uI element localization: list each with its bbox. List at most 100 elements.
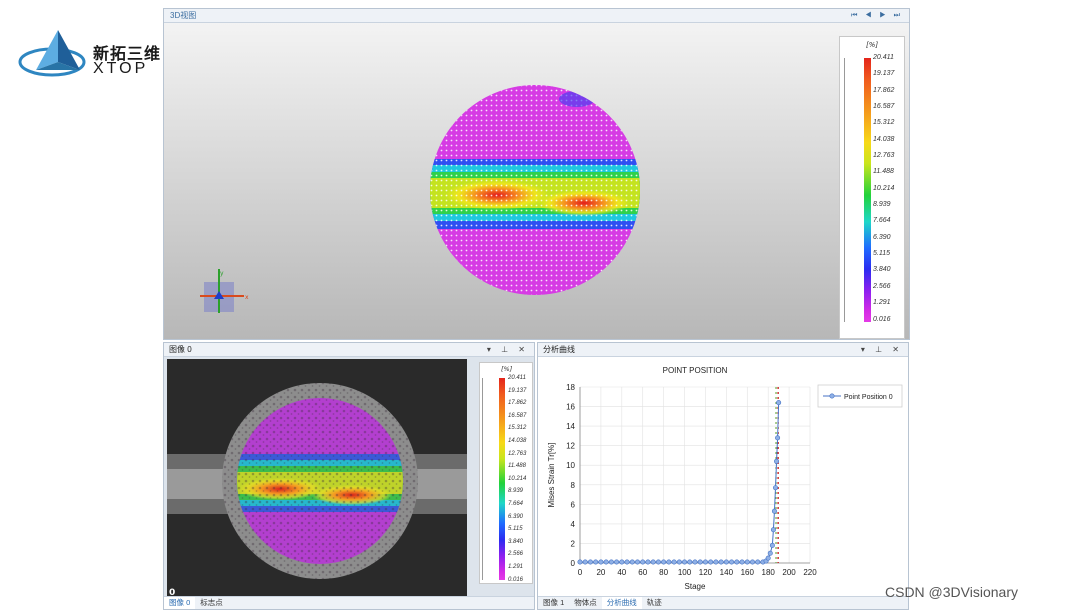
legend-value: 6.390: [873, 233, 891, 241]
y-axis-label: y: [220, 270, 224, 277]
x-tick-label: 20: [596, 568, 605, 577]
legend-value: 14.038: [873, 135, 895, 143]
data-point: [671, 559, 677, 565]
legend-value: 19.137: [873, 70, 895, 78]
legend-value: 0.016: [508, 576, 524, 583]
y-tick-label: 10: [566, 461, 575, 470]
chart-panel-tabs: 图像 1 物体点 分析曲线 轨迹: [538, 596, 908, 609]
data-point: [773, 485, 779, 491]
tab-analysis-curve[interactable]: 分析曲线: [601, 597, 642, 609]
data-point: [708, 559, 714, 565]
legend-labels-image: 20.411 19.137 17.862 16.587 15.312 14.038 12.7…: [508, 374, 526, 588]
3d-strain-map[interactable]: y x: [164, 23, 910, 340]
data-point: [750, 559, 756, 565]
color-legend-3d: [%] 20.411 19.137 17.862 16.587 15.312 14.038…: [839, 36, 905, 339]
data-point: [734, 559, 740, 565]
data-point: [650, 559, 656, 565]
legend-value: 0.016: [873, 315, 891, 323]
legend-value: 12.763: [508, 450, 527, 457]
legend-histogram: [844, 58, 864, 322]
data-point: [676, 559, 682, 565]
data-point: [713, 559, 719, 565]
data-point: [771, 508, 777, 514]
data-point: [655, 559, 661, 565]
chart-title: POINT POSITION: [663, 366, 728, 375]
x-tick-label: 160: [741, 568, 755, 577]
legend-color-bar-image: [499, 378, 505, 580]
x-tick-label: 120: [699, 568, 713, 577]
legend-value: 1.291: [508, 563, 524, 570]
point-position-chart[interactable]: 0246810121416180 20 40 60 80 100 120 140 160 180 2…: [538, 357, 908, 597]
data-point: [697, 559, 703, 565]
tab-markers[interactable]: 标志点: [195, 597, 228, 609]
frame-nav-controls[interactable]: ⏮ ◀ ▶ ⏭: [851, 9, 903, 23]
legend-value: 7.664: [508, 500, 524, 507]
legend-color-bar: [864, 58, 871, 322]
data-point: [767, 550, 773, 556]
data-point: [645, 559, 651, 565]
data-point: [577, 559, 583, 565]
y-tick-label: 14: [566, 422, 575, 431]
legend-value: 5.115: [508, 526, 523, 533]
data-point: [770, 527, 776, 533]
data-point: [666, 559, 672, 565]
data-point: [593, 559, 599, 565]
data-point: [682, 559, 688, 565]
3d-view-panel[interactable]: 3D视图 ⏮ ◀ ▶ ⏭ y x: [163, 8, 910, 340]
y-tick-label: 4: [571, 520, 576, 529]
analysis-curve-panel[interactable]: 分析曲线 ▾ ⊥ ✕ 0 2 4 6 8 10 12 14 16 18 0 20 40 60 80 100 12…: [537, 342, 909, 610]
data-point: [598, 559, 604, 565]
legend-value: 16.587: [873, 103, 895, 111]
x-axis-title: Stage: [685, 582, 706, 591]
image-panel-title: 图像 0 ▾ ⊥ ✕: [164, 343, 534, 357]
chart-legend-label: Point Position 0: [844, 394, 893, 401]
x-axis-label: x: [245, 294, 249, 301]
tab-trajectory[interactable]: 轨迹: [642, 597, 667, 609]
legend-value: 15.312: [873, 119, 895, 127]
legend-value: 2.566: [873, 282, 891, 290]
legend-unit: [%]: [866, 41, 879, 49]
data-point: [619, 559, 625, 565]
camera-image[interactable]: 0: [167, 359, 467, 599]
legend-value: 6.390: [508, 513, 524, 520]
data-point: [744, 559, 750, 565]
data-point: [629, 559, 635, 565]
y-tick-label: 16: [566, 403, 575, 412]
legend-value: 20.411: [508, 375, 526, 381]
3d-view-title-label: 3D视图: [170, 11, 197, 20]
legend-value: 16.587: [508, 412, 527, 419]
legend-value: 17.862: [873, 86, 895, 94]
tab-object-points[interactable]: 物体点: [569, 597, 602, 609]
data-point: [608, 559, 614, 565]
data-point: [640, 559, 646, 565]
chart-panel-controls[interactable]: ▾ ⊥ ✕: [861, 343, 903, 357]
data-point: [614, 559, 620, 565]
data-point: [603, 559, 609, 565]
tab-image-0[interactable]: 图像 0: [164, 597, 196, 609]
legend-value: 15.312: [508, 425, 527, 432]
legend-value: 12.763: [873, 152, 895, 160]
data-point: [769, 542, 775, 548]
x-tick-label: 40: [617, 568, 626, 577]
legend-value: 3.840: [508, 538, 524, 545]
x-tick-label: 100: [678, 568, 692, 577]
y-tick-label: 6: [571, 500, 576, 509]
color-legend-image: [%] 20.411 19.137 17.862 16.587 15.312 14.038…: [479, 362, 533, 584]
x-tick-label: 0: [578, 568, 583, 577]
legend-value: 14.038: [508, 437, 527, 444]
series-line: [580, 402, 780, 563]
3d-view-title: 3D视图 ⏮ ◀ ▶ ⏭: [164, 9, 909, 23]
image-panel-title-label: 图像 0: [169, 345, 192, 354]
data-point: [635, 559, 641, 565]
data-point: [624, 559, 630, 565]
x-tick-label: 60: [638, 568, 647, 577]
tab-image-1[interactable]: 图像 1: [538, 597, 569, 609]
chart-legend-marker: [829, 393, 835, 399]
legend-value: 1.291: [873, 299, 891, 307]
image-panel-controls[interactable]: ▾ ⊥ ✕: [487, 343, 529, 357]
legend-unit-image: [%]: [501, 365, 513, 373]
legend-value: 3.840: [873, 266, 891, 274]
x-tick-label: 80: [659, 568, 668, 577]
y-axis-title: Mises Strain Tr[%]: [547, 443, 556, 508]
y-tick-label: 0: [571, 559, 576, 568]
